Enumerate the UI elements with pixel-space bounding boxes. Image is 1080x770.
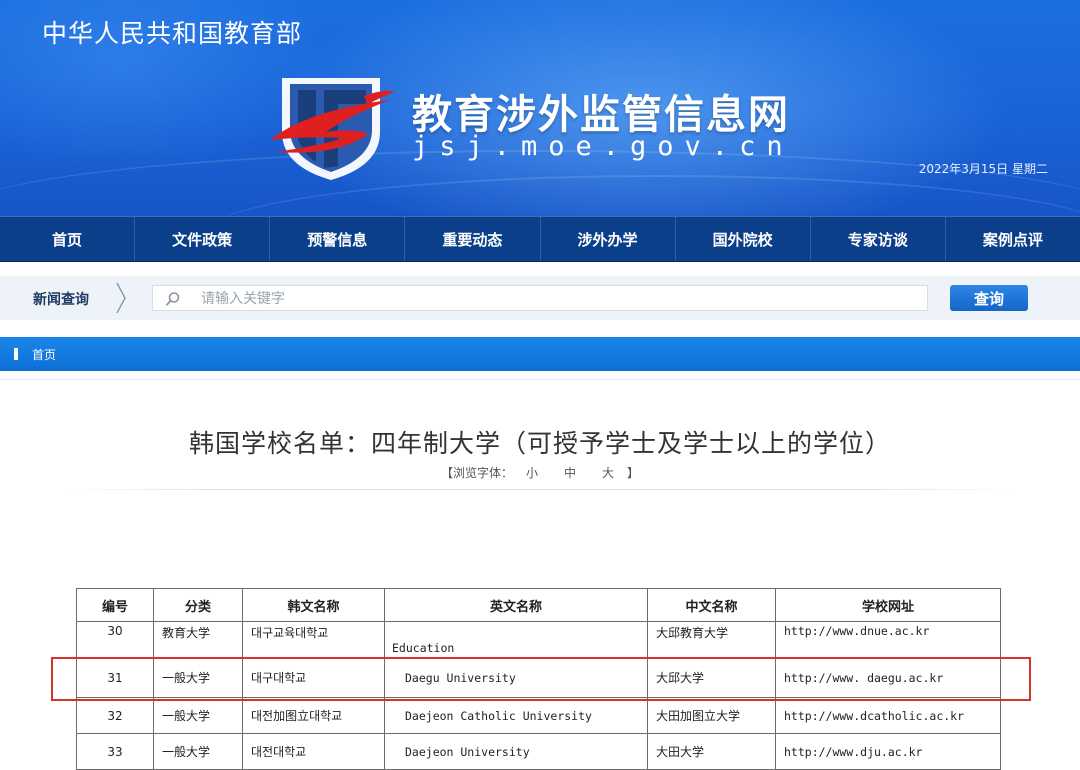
cell-korean-name: 대전대학교 [242, 733, 385, 770]
cell-number: 32 [76, 697, 154, 734]
school-list-table: 编号 分类 韩文名称 英文名称 中文名称 学校网址 30 教育大学 대구교육대학… [76, 588, 1001, 770]
nav-item-foreign-programs[interactable]: 涉外办学 [541, 217, 676, 261]
cell-english-name: Education [384, 621, 648, 658]
cell-category: 一般大学 [153, 697, 243, 734]
font-size-prefix: 【浏览字体： [440, 466, 513, 480]
cell-english-name: Daejeon Catholic University [384, 697, 648, 734]
search-icon [166, 292, 180, 306]
site-logo-icon[interactable] [268, 70, 398, 182]
column-header-chinese-name: 中文名称 [647, 588, 776, 622]
article-content: 韩国学校名单：四年制大学（可授予学士及学士以上的学位） 【浏览字体： 小 中 大】 编… [0, 379, 1080, 770]
breadcrumb-marker [14, 348, 18, 360]
site-domain: jsj.moe.gov.cn [412, 131, 794, 162]
cell-chinese-name: 大邱教育大学 [647, 621, 776, 658]
page-title: 韩国学校名单：四年制大学（可授予学士及学士以上的学位） [188, 429, 891, 458]
table-row: 31 一般大学 대구대학교 Daegu University 大邱大学 http… [76, 657, 1001, 698]
cell-number: 30 [76, 621, 154, 658]
column-header-korean-name: 韩文名称 [242, 588, 385, 622]
nav-item-foreign-schools[interactable]: 国外院校 [676, 217, 811, 261]
search-input[interactable] [199, 288, 903, 310]
cell-number: 33 [76, 733, 154, 770]
table-row: 33 一般大学 대전대학교 Daejeon University 大田大学 ht… [76, 733, 1001, 770]
news-search-bar: 新闻查询 查询 [0, 276, 1080, 320]
column-header-category: 分类 [153, 588, 243, 622]
main-nav: 首页 文件政策 预警信息 重要动态 涉外办学 国外院校 专家访谈 案例点评 [0, 216, 1080, 262]
column-header-website: 学校网址 [775, 588, 1001, 622]
font-size-large-option[interactable]: 大 [602, 464, 614, 481]
nav-item-case-reviews[interactable]: 案例点评 [946, 217, 1080, 261]
cell-english-name: Daejeon University [384, 733, 648, 770]
cell-category: 教育大学 [153, 621, 243, 658]
nav-item-warnings[interactable]: 预警信息 [270, 217, 406, 261]
cell-website-link[interactable]: http://www. daegu.ac.kr [775, 657, 1001, 698]
nav-item-policy-documents[interactable]: 文件政策 [135, 217, 271, 261]
search-field [152, 285, 928, 311]
cell-korean-name: 대전加图立대학교 [242, 697, 385, 734]
breadcrumb: 首页 [0, 337, 1080, 371]
cell-number: 31 [76, 657, 154, 698]
cell-korean-name: 대구대학교 [242, 657, 385, 698]
font-size-suffix: 】 [627, 466, 640, 480]
breadcrumb-home-link[interactable]: 首页 [32, 346, 56, 363]
table-row: 30 教育大学 대구교육대학교 Education 大邱教育大学 http://… [76, 621, 1001, 658]
cell-website-link[interactable]: http://www.dju.ac.kr [775, 733, 1001, 770]
nav-item-news[interactable]: 重要动态 [405, 217, 541, 261]
column-header-english-name: 英文名称 [384, 588, 648, 622]
cell-chinese-name: 大田大学 [647, 733, 776, 770]
cell-korean-name: 대구교육대학교 [242, 621, 385, 658]
cell-category: 一般大学 [153, 733, 243, 770]
font-size-selector: 【浏览字体： 小 中 大】 [0, 464, 1080, 481]
nav-item-home[interactable]: 首页 [0, 217, 136, 261]
column-header-number: 编号 [76, 588, 154, 622]
cell-website-link[interactable]: http://www.dcatholic.ac.kr [775, 697, 1001, 734]
search-button[interactable]: 查询 [950, 285, 1028, 311]
font-size-small-option[interactable]: 小 [526, 464, 538, 481]
search-label: 新闻查询 [33, 292, 89, 308]
cell-english-name: Daegu University [384, 657, 648, 698]
ministry-name[interactable]: 中华人民共和国教育部 [42, 14, 302, 50]
font-size-medium-option[interactable]: 中 [564, 464, 576, 481]
cell-chinese-name: 大田加图立大学 [647, 697, 776, 734]
table-row: 32 一般大学 대전加图立대학교 Daejeon Catholic Univer… [76, 697, 1001, 734]
cell-category: 一般大学 [153, 657, 243, 698]
title-divider [64, 489, 1016, 490]
nav-item-expert-interviews[interactable]: 专家访谈 [811, 217, 946, 261]
cell-chinese-name: 大邱大学 [647, 657, 776, 698]
current-date: 2022年3月15日 星期二 [918, 162, 1048, 176]
cell-website-link[interactable]: http://www.dnue.ac.kr [775, 621, 1001, 658]
table-header-row: 编号 分类 韩文名称 英文名称 中文名称 学校网址 [76, 588, 1001, 622]
chevron-right-icon [116, 282, 126, 314]
site-banner: 中华人民共和国教育部 教育涉外监管信息网 jsj.moe.gov.cn 2022… [0, 0, 1080, 216]
